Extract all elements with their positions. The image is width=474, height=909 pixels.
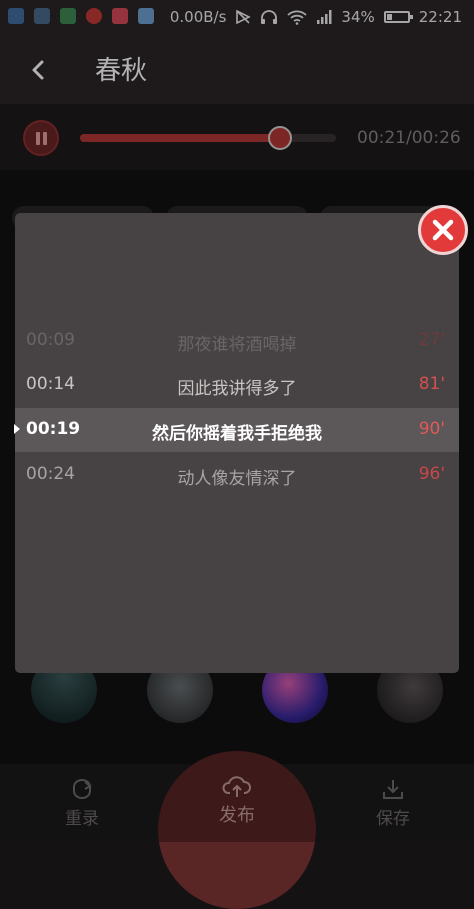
lyric-text: 因此我讲得多了 (177, 379, 297, 399)
lyric-text: 那夜谁将酒喝掉 (177, 335, 297, 355)
lyric-row[interactable]: 00:09 那夜谁将酒喝掉 27' (15, 319, 459, 363)
lyrics-dialog: 00:09 那夜谁将酒喝掉 27' 00:14 因此我讲得多了 81' 00:1… (14, 213, 459, 673)
lyric-row[interactable]: 00:14 因此我讲得多了 81' (15, 363, 459, 407)
lyric-row[interactable]: 00:24 动人像友情深了 96' (15, 453, 459, 497)
lyric-score: 27' (418, 330, 445, 350)
close-button[interactable] (418, 205, 468, 255)
lyric-row-current[interactable]: 00:19 然后你摇着我手拒绝我 90' (14, 408, 459, 452)
lyric-score: 96' (418, 464, 445, 484)
close-icon (432, 219, 454, 241)
lyric-text: 动人像友情深了 (177, 469, 297, 489)
lyric-score: 90' (418, 419, 445, 439)
lyric-score: 81' (418, 374, 445, 394)
lyric-text: 然后你摇着我手拒绝我 (152, 424, 322, 444)
